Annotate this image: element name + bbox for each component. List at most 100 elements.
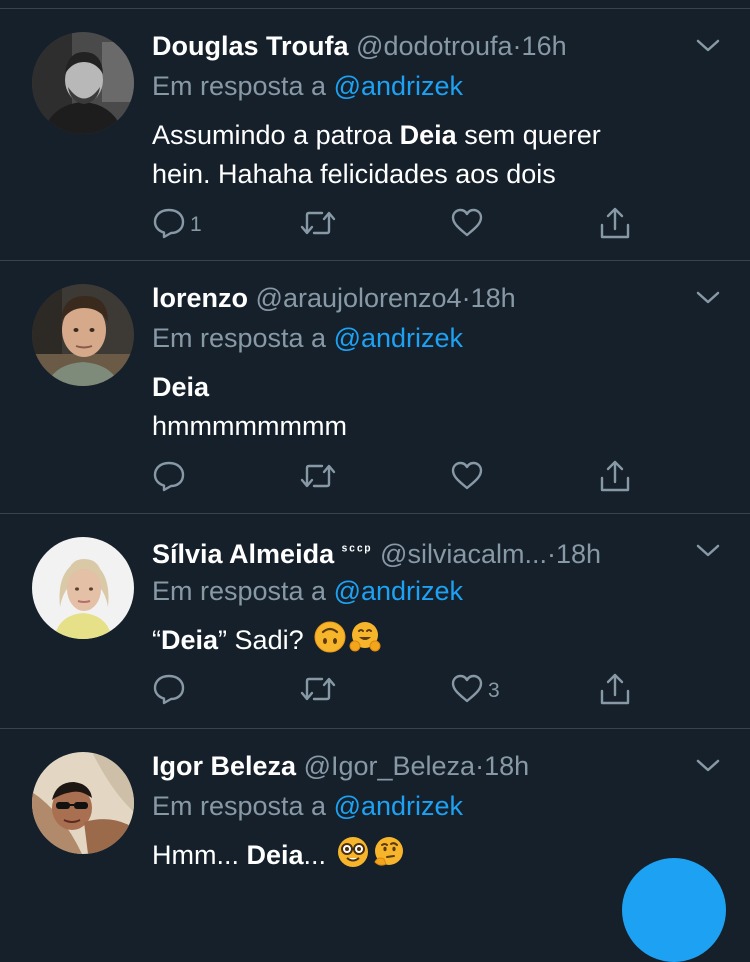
tweet-header: Igor Beleza @Igor_Beleza·18h [152, 750, 650, 782]
avatar[interactable] [32, 537, 134, 639]
like-button[interactable] [450, 458, 488, 498]
separator-dot: · [546, 539, 556, 569]
chevron-down-icon[interactable] [695, 542, 721, 560]
mention-link[interactable]: @andrizek [334, 576, 463, 606]
author-handle[interactable]: @silviacalm... [380, 539, 547, 569]
text-span: Assumindo a patroa [152, 120, 400, 150]
reply-icon [152, 459, 186, 498]
tweet-text-line: hmmmmmmmm [152, 411, 347, 441]
author-name[interactable]: Sílvia Almeida [152, 539, 334, 569]
nerd-face-emoji [337, 836, 369, 868]
retweet-button[interactable] [300, 458, 340, 498]
avatar[interactable] [32, 284, 134, 386]
retweet-button[interactable] [300, 205, 340, 245]
timestamp[interactable]: 18h [484, 751, 529, 781]
heart-icon [450, 672, 484, 711]
separator-dot: · [461, 283, 471, 313]
timestamp[interactable]: 16h [522, 31, 567, 61]
reply-count: 1 [190, 213, 202, 236]
tweet-text: “Deia” Sadi? [152, 621, 381, 660]
tweet-text: Deia hmmmmmmmm [152, 368, 347, 446]
separator-dot: · [475, 751, 485, 781]
tweet-text-line: Hmm... Deia... [152, 836, 404, 875]
tweet-text-line: hein. Hahaha felicidades aos dois [152, 159, 556, 189]
bold-text: Deia [399, 120, 457, 150]
tweet-actions [152, 458, 642, 498]
retweet-button[interactable] [300, 671, 340, 711]
heart-icon [450, 459, 484, 498]
share-icon [598, 458, 632, 499]
thinking-face-emoji [372, 836, 404, 868]
mention-link[interactable]: @andrizek [334, 71, 463, 101]
text-span: ” Sadi? [218, 625, 304, 655]
text-span: sem querer [456, 120, 601, 150]
reply-button[interactable] [152, 671, 190, 711]
reply-button[interactable] [152, 458, 190, 498]
retweet-icon [300, 672, 336, 711]
author-handle[interactable]: @araujolorenzo4 [256, 283, 462, 313]
text-span: ... [303, 840, 327, 870]
tweet[interactable]: Igor Beleza @Igor_Beleza·18h Em resposta… [0, 729, 750, 881]
timestamp[interactable]: 18h [471, 283, 516, 313]
hugging-face-emoji [349, 621, 381, 653]
chevron-down-icon[interactable] [695, 289, 721, 307]
top-divider [0, 0, 750, 9]
bold-text: Deia [152, 372, 210, 402]
tweet[interactable]: Sílvia Almeida ˢᶜᶜᵖ @silviacalm...·18h E… [0, 514, 750, 729]
name-badge: ˢᶜᶜᵖ [341, 542, 373, 559]
tweet-text: Assumindo a patroa Deia sem querer hein.… [152, 116, 601, 194]
reply-icon [152, 206, 186, 245]
retweet-icon [300, 206, 336, 245]
tweet-header: lorenzo @araujolorenzo4·18h [152, 282, 650, 314]
tweet[interactable]: lorenzo @araujolorenzo4·18h Em resposta … [0, 261, 750, 514]
chevron-down-icon[interactable] [695, 757, 721, 775]
reply-context: Em resposta a @andrizek [152, 322, 463, 354]
avatar[interactable] [32, 32, 134, 134]
reply-prefix: Em resposta a [152, 71, 327, 101]
mention-link[interactable]: @andrizek [334, 791, 463, 821]
share-button[interactable] [598, 671, 632, 711]
reply-prefix: Em resposta a [152, 576, 327, 606]
tweet-actions: 3 [152, 671, 642, 711]
timestamp[interactable]: 18h [556, 539, 601, 569]
reply-prefix: Em resposta a [152, 791, 327, 821]
mention-link[interactable]: @andrizek [334, 323, 463, 353]
tweet-text-line: Assumindo a patroa Deia sem querer [152, 116, 601, 155]
reply-context: Em resposta a @andrizek [152, 790, 463, 822]
avatar[interactable] [32, 752, 134, 854]
retweet-icon [300, 459, 336, 498]
reply-context: Em resposta a @andrizek [152, 70, 463, 102]
author-name[interactable]: lorenzo [152, 283, 248, 313]
tweet-actions: 1 [152, 205, 642, 245]
tweet-header: Douglas Troufa @dodotroufa·16h [152, 30, 650, 62]
author-name[interactable]: Igor Beleza [152, 751, 296, 781]
heart-icon [450, 206, 484, 245]
compose-fab[interactable] [622, 858, 726, 962]
author-handle[interactable]: @dodotroufa [356, 31, 513, 61]
reply-icon [152, 672, 186, 711]
like-button[interactable]: 3 [450, 671, 500, 711]
separator-dot: · [512, 31, 522, 61]
reply-button[interactable]: 1 [152, 205, 202, 245]
chevron-down-icon[interactable] [695, 37, 721, 55]
tweet-text-line: “Deia” Sadi? [152, 621, 381, 660]
tweet-header: Sílvia Almeida ˢᶜᶜᵖ @silviacalm...·18h [152, 535, 650, 569]
share-icon [598, 205, 632, 246]
author-name[interactable]: Douglas Troufa [152, 31, 349, 61]
tweet-text: Hmm... Deia... [152, 836, 404, 875]
like-count: 3 [488, 679, 500, 702]
tweet-text-line: Deia [152, 368, 347, 407]
reply-context: Em resposta a @andrizek [152, 575, 463, 607]
text-span: “ [152, 625, 161, 655]
bold-text: Deia [161, 625, 219, 655]
share-button[interactable] [598, 458, 632, 498]
author-handle[interactable]: @Igor_Beleza [304, 751, 476, 781]
share-icon [598, 671, 632, 712]
text-span: Hmm... [152, 840, 247, 870]
bold-text: Deia [246, 840, 304, 870]
share-button[interactable] [598, 205, 632, 245]
like-button[interactable] [450, 205, 488, 245]
upside-down-face-emoji [314, 621, 346, 653]
tweet[interactable]: Douglas Troufa @dodotroufa·16h Em respos… [0, 9, 750, 261]
reply-prefix: Em resposta a [152, 323, 327, 353]
